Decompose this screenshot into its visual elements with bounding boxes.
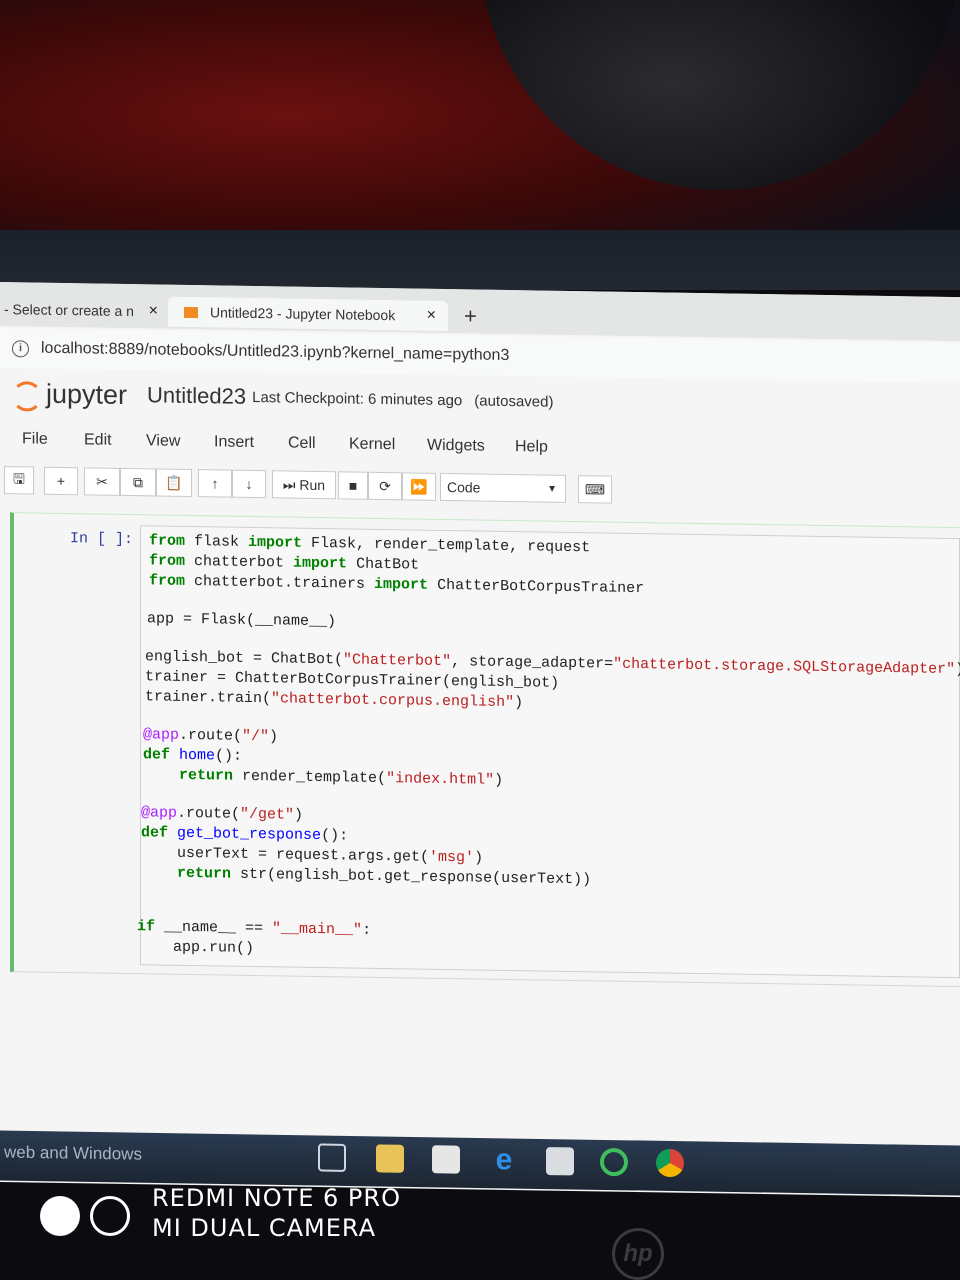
insert-cell-button[interactable]: + [44, 466, 78, 496]
stop-icon: ■ [348, 477, 358, 494]
watermark-dot-icon [40, 1196, 80, 1236]
run-button[interactable]: ⏭ Run [272, 470, 336, 500]
code-line-8: @app.route("/") [143, 726, 279, 746]
code-line-9: def home(): [143, 746, 243, 765]
code-line-2: from chatterbot import ChatBot [149, 552, 420, 574]
code-line-3: from chatterbot.trainers import ChatterB… [149, 572, 645, 598]
jupyter-logo-text[interactable]: jupyter [46, 378, 127, 410]
cell-type-select[interactable]: Code ▼ [440, 472, 566, 503]
menu-cell[interactable]: Cell [288, 435, 316, 453]
info-icon[interactable]: i [12, 339, 29, 357]
cell-type-value: Code [447, 479, 481, 496]
chevron-down-icon: ▼ [547, 483, 557, 495]
jupyter-logo-icon[interactable] [10, 378, 40, 408]
cell-prompt: In [ ]: [70, 530, 134, 549]
watermark-ring-icon [90, 1196, 130, 1236]
hp-logo: hp [612, 1228, 664, 1280]
app-icon[interactable] [546, 1147, 574, 1176]
circle-app-icon[interactable] [600, 1147, 628, 1177]
menu-edit[interactable]: Edit [84, 431, 112, 449]
checkpoint-status: Last Checkpoint: 6 minutes ago [252, 388, 463, 409]
move-up-button[interactable]: ↑ [198, 469, 232, 498]
code-line-13: userText = request.args.get('msg') [141, 844, 484, 867]
fast-forward-icon: ⏩ [410, 477, 428, 495]
code-line-14: return str(english_bot.get_response(user… [177, 864, 592, 889]
code-line-12: def get_bot_response(): [141, 824, 349, 845]
notebook-title[interactable]: Untitled23 [147, 382, 246, 410]
file-explorer-icon[interactable] [376, 1144, 404, 1173]
chrome-icon[interactable] [656, 1148, 684, 1178]
copy-button[interactable]: ⧉ [120, 467, 156, 497]
menu-insert[interactable]: Insert [214, 433, 254, 452]
edge-icon[interactable]: e [490, 1143, 518, 1176]
tab-label: - Select or create a n [4, 301, 134, 320]
menu-widgets[interactable]: Widgets [427, 437, 485, 456]
arrow-up-icon: ↑ [211, 475, 219, 492]
url-text[interactable]: localhost:8889/notebooks/Untitled23.ipyn… [41, 340, 509, 365]
tab-select-create[interactable]: - Select or create a n × [0, 294, 168, 327]
restart-button[interactable]: ⟳ [368, 471, 402, 501]
code-line-15: if __name__ == "__main__": [137, 918, 372, 939]
run-label: Run [299, 476, 326, 494]
code-line-10: return render_template("index.html") [179, 766, 504, 789]
interrupt-button[interactable]: ■ [338, 471, 368, 500]
tab-close-icon[interactable]: × [427, 307, 436, 325]
tab-jupyter-notebook[interactable]: Untitled23 - Jupyter Notebook × [168, 296, 448, 332]
restart-icon: ⟳ [379, 477, 391, 494]
menu-kernel[interactable]: Kernel [349, 435, 395, 454]
save-icon: 🖫 [13, 470, 25, 487]
task-view-icon[interactable] [318, 1143, 346, 1172]
code-editor[interactable]: from flask import Flask, render_template… [137, 525, 960, 979]
run-icon: ⏭ [282, 475, 300, 493]
menu-help[interactable]: Help [515, 438, 548, 457]
watermark-line-2: MI DUAL CAMERA [152, 1214, 377, 1242]
save-button[interactable]: 🖫 [4, 466, 34, 495]
watermark-line-1: REDMI NOTE 6 PRO [152, 1184, 401, 1212]
paste-button[interactable]: 📋 [156, 468, 192, 498]
cut-button[interactable]: ✂ [84, 467, 120, 496]
code-line-11: @app.route("/get") [141, 804, 304, 824]
menu-file[interactable]: File [22, 430, 48, 448]
camera-watermark: REDMI NOTE 6 PRO MI DUAL CAMERA [40, 1184, 440, 1254]
code-cell[interactable]: In [ ]: from flask import Flask, render_… [10, 512, 960, 988]
new-tab-button[interactable]: + [464, 303, 477, 329]
notebook-toolbar: 🖫 + ✂ ⧉ 📋 ↑ ↓ ⏭ Run ■ ⟳ ⏩ Code ▼ ⌨ [0, 464, 960, 515]
code-line-6: trainer = ChatterBotCorpusTrainer(englis… [145, 668, 560, 692]
taskbar-search-text[interactable]: web and Windows [4, 1143, 142, 1165]
menu-bar: File Edit View Insert Cell Kernel Widget… [0, 422, 960, 471]
move-down-button[interactable]: ↓ [232, 469, 266, 499]
menu-view[interactable]: View [146, 432, 180, 451]
code-line-4: app = Flask(__name__) [147, 610, 337, 631]
command-palette-button[interactable]: ⌨ [578, 475, 612, 504]
copy-icon: ⧉ [133, 473, 143, 490]
code-line-7: trainer.train("chatterbot.corpus.english… [145, 688, 524, 712]
jupyter-tab-icon [184, 306, 198, 318]
paste-icon: 📋 [165, 474, 183, 491]
store-icon[interactable] [432, 1145, 460, 1174]
plus-icon: + [56, 472, 66, 490]
laptop-bezel [0, 230, 960, 290]
autosave-status: (autosaved) [474, 391, 554, 411]
restart-run-all-button[interactable]: ⏩ [402, 472, 436, 501]
tab-label: Untitled23 - Jupyter Notebook [210, 304, 396, 324]
scissors-icon: ✂ [96, 473, 108, 490]
arrow-down-icon: ↓ [245, 475, 253, 492]
laptop-screen: - Select or create a n × Untitled23 - Ju… [0, 282, 960, 1198]
keyboard-icon: ⌨ [584, 480, 606, 498]
code-line-16: app.run() [137, 938, 255, 957]
tab-close-icon[interactable]: × [149, 302, 158, 320]
